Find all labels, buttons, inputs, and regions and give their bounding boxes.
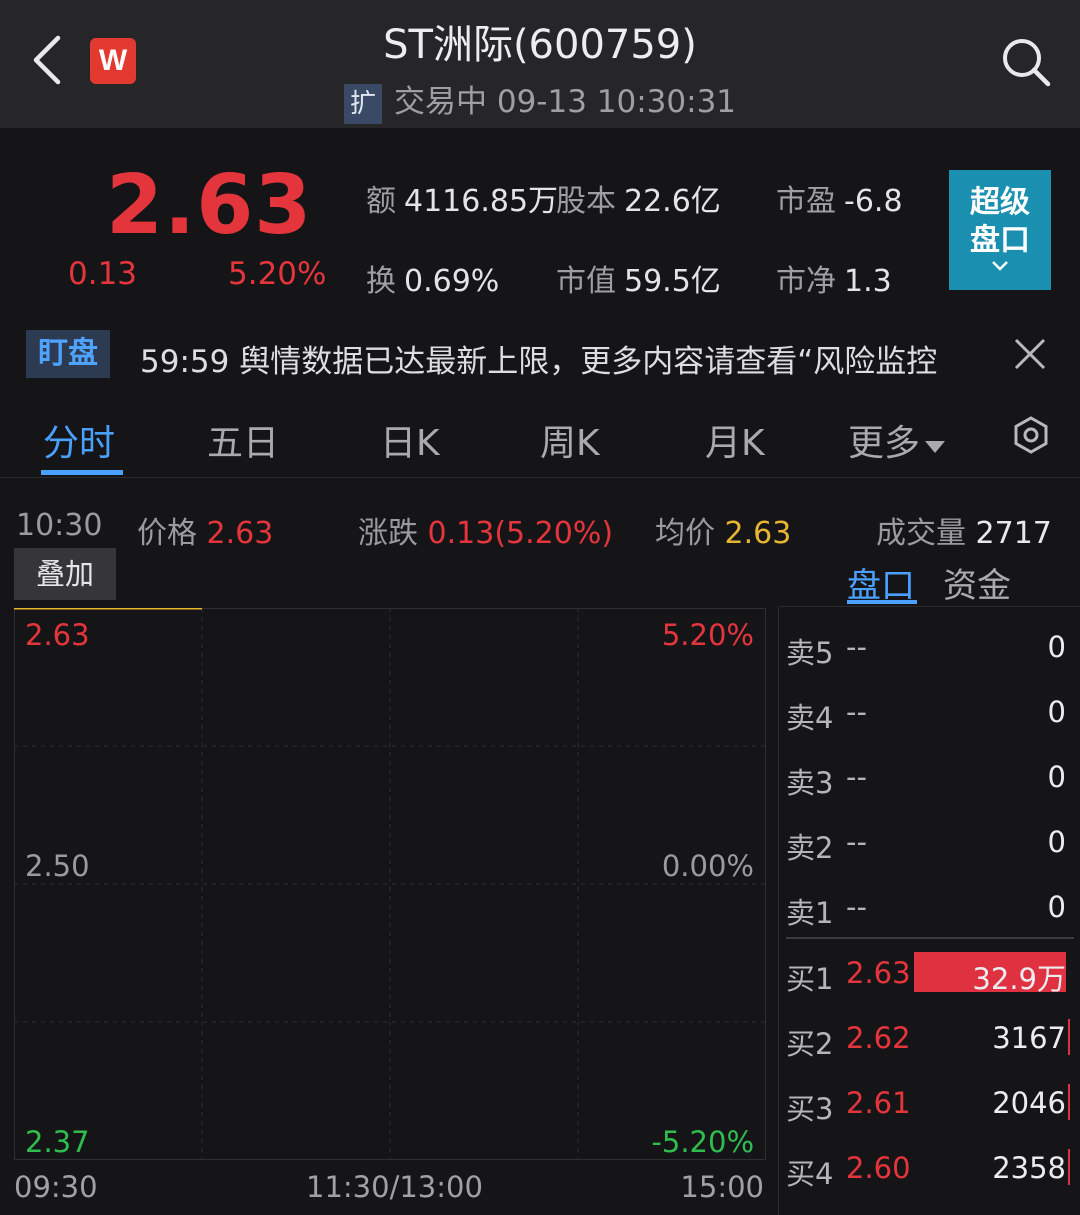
tab-weekly-k[interactable]: 周K — [540, 414, 600, 466]
stock-title: ST洲际(600759) — [383, 22, 697, 68]
tab-monthly-k[interactable]: 月K — [705, 414, 765, 466]
level-price: -- — [846, 695, 867, 729]
level-label: 卖5 — [786, 636, 834, 670]
level-volume: 0 — [1047, 695, 1066, 729]
level-volume: 32.9万 — [972, 962, 1066, 996]
news-ticker[interactable]: 59:59 舆情数据已达最新上限，更多内容请查看“风险监控 — [140, 336, 978, 381]
chevron-down-icon — [992, 261, 1008, 271]
y-right-tick-mid: 0.00% — [661, 849, 754, 883]
level-price: 2.60 — [846, 1151, 911, 1185]
tab-daily-k[interactable]: 日K — [380, 414, 440, 466]
search-icon[interactable] — [1000, 36, 1052, 88]
info-price: 价格 2.63 — [137, 516, 274, 551]
level-price: 2.61 — [846, 1086, 911, 1120]
active-subtab-indicator — [847, 600, 917, 604]
level-price: 2.63 — [846, 956, 911, 990]
caret-down-icon — [925, 441, 946, 453]
ask-row[interactable]: 卖4 -- 0 — [786, 695, 1066, 739]
level-label: 卖1 — [786, 896, 834, 930]
top-bar: W ST洲际(600759) 扩交易中 09-13 10:30:31 — [0, 0, 1080, 128]
bid-row[interactable]: 买1 2.63 32.9万 — [786, 952, 1066, 1000]
orderbook-divider — [786, 937, 1074, 939]
stat-pe: 市盈 -6.8 — [776, 184, 903, 219]
stat-amount: 额 4116.85万 — [366, 184, 559, 219]
settings-icon[interactable] — [1012, 416, 1050, 454]
tab-five-day[interactable]: 五日 — [207, 414, 279, 466]
tab-divider — [0, 477, 1080, 478]
level-volume: 3167 — [992, 1021, 1066, 1055]
level-price: 2.62 — [846, 1021, 911, 1055]
ask-row[interactable]: 卖3 -- 0 — [786, 760, 1066, 804]
price-change: 0.13 — [68, 256, 138, 292]
level-label: 卖2 — [786, 831, 834, 865]
y-right-tick-bottom: -5.20% — [651, 1125, 754, 1159]
info-time: 10:30 — [16, 508, 103, 543]
stat-market-cap: 市值 59.5亿 — [556, 264, 721, 299]
level-label: 卖3 — [786, 766, 834, 800]
info-change: 涨跌 0.13(5.20%) — [358, 516, 614, 551]
stat-turnover: 换 0.69% — [366, 264, 500, 299]
ask-row[interactable]: 卖5 -- 0 — [786, 630, 1066, 674]
level-label: 买3 — [786, 1092, 834, 1126]
tab-intraday[interactable]: 分时 — [43, 414, 115, 466]
level-price: -- — [846, 630, 867, 664]
bid-row[interactable]: 买3 2.61 2046 — [786, 1084, 1070, 1130]
level-volume: 2358 — [992, 1151, 1066, 1185]
ask-row[interactable]: 卖2 -- 0 — [786, 825, 1066, 869]
info-average: 均价 2.63 — [655, 516, 792, 551]
level-volume: 0 — [1047, 890, 1066, 924]
tab-capital-flow[interactable]: 资金 — [943, 558, 1011, 607]
y-tick-top: 2.63 — [25, 618, 90, 652]
level-label: 卖4 — [786, 701, 834, 735]
intraday-chart[interactable] — [14, 608, 766, 1160]
level-price: -- — [846, 890, 867, 924]
level-label: 买4 — [786, 1157, 834, 1191]
bid-row[interactable]: 买4 2.60 2358 — [786, 1149, 1070, 1195]
super-button-line1: 超级 — [970, 185, 1030, 220]
level-price: -- — [846, 825, 867, 859]
super-button-line2: 盘口 — [970, 223, 1030, 258]
bid-volume-bar — [1068, 1084, 1070, 1120]
level-volume: 2046 — [992, 1086, 1066, 1120]
tab-more[interactable]: 更多 — [848, 414, 946, 466]
y-tick-bottom: 2.37 — [25, 1125, 90, 1159]
extension-tag[interactable]: 扩 — [343, 83, 382, 124]
level-volume: 0 — [1047, 760, 1066, 794]
active-tab-indicator — [41, 470, 123, 475]
ask-row[interactable]: 卖1 -- 0 — [786, 890, 1066, 934]
current-price: 2.63 — [106, 158, 313, 253]
close-icon[interactable] — [1012, 336, 1048, 372]
panel-divider — [778, 606, 779, 1215]
bid-volume-bar — [1068, 1149, 1070, 1185]
price-change-percent: 5.20% — [228, 256, 327, 292]
status-text: 交易中 09-13 10:30:31 — [394, 84, 737, 120]
level-volume: 0 — [1047, 825, 1066, 859]
bid-row[interactable]: 买2 2.62 3167 — [786, 1019, 1070, 1065]
x-tick-close: 15:00 — [680, 1170, 764, 1204]
y-right-tick-top: 5.20% — [661, 618, 754, 652]
trading-status: 扩交易中 09-13 10:30:31 — [0, 76, 1080, 124]
x-tick-open: 09:30 — [14, 1170, 98, 1204]
stat-pb: 市净 1.3 — [776, 264, 892, 299]
orderbook-top-border — [780, 606, 1080, 607]
overlay-button[interactable]: 叠加 — [14, 548, 116, 600]
tab-more-label: 更多 — [848, 423, 921, 464]
level-price: -- — [846, 760, 867, 794]
stat-share-capital: 股本 22.6亿 — [556, 184, 721, 219]
super-orderbook-button[interactable]: 超级 盘口 — [949, 170, 1051, 290]
level-volume: 0 — [1047, 630, 1066, 664]
y-tick-mid: 2.50 — [25, 849, 90, 883]
bid-volume-bar — [1068, 1019, 1070, 1055]
level-label: 买2 — [786, 1027, 834, 1061]
level-label: 买1 — [786, 962, 834, 996]
x-tick-midday: 11:30/13:00 — [306, 1170, 483, 1204]
watch-label[interactable]: 盯盘 — [26, 330, 110, 378]
info-volume: 成交量 2717 — [876, 516, 1052, 551]
